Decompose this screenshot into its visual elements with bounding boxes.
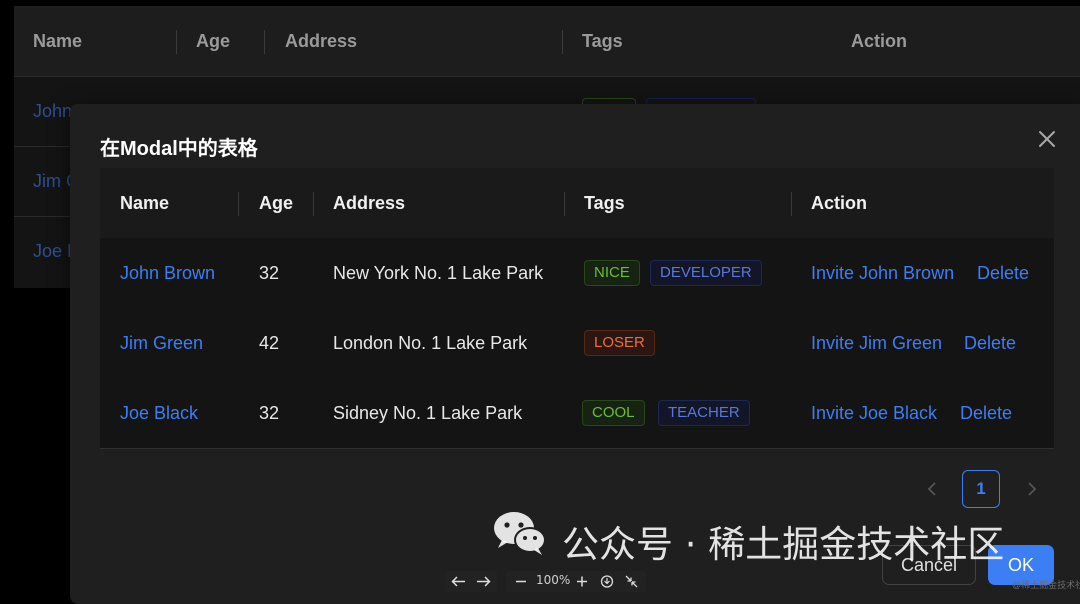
tag-loser: LOSER [584,330,655,356]
tag-teacher: TEACHER [658,400,750,426]
column-header-age: Age [259,193,294,213]
table-row: John Brown 32 New York No. 1 Lake Park N… [100,238,1054,309]
row-name-link[interactable]: John Brown [120,238,215,308]
bg-column-name: Name [33,31,83,51]
arrow-left-icon[interactable] [451,576,466,587]
chevron-right-icon[interactable] [1022,477,1042,501]
column-header-address: Address [333,193,406,213]
invite-link[interactable]: Invite Jim Green [811,308,942,378]
row-address: Sidney No. 1 Lake Park [333,403,523,423]
row-age: 32 [259,263,280,283]
fit-icon[interactable] [600,575,614,588]
column-separator [238,192,239,216]
pagination-page-1[interactable]: 1 [962,470,1000,508]
column-separator [564,192,565,216]
zoom-level: 100% [536,573,571,587]
column-separator [264,30,265,54]
column-separator [791,192,792,216]
viewer-nav-toolbar [445,571,497,592]
table-row: Jim Green 42 London No. 1 Lake Park LOSE… [100,308,1054,379]
bg-column-tags: Tags [582,31,623,51]
row-name-link[interactable]: Jim Green [120,308,203,378]
tag-cool: COOL [582,400,645,426]
wechat-icon [494,512,546,555]
row-name-link[interactable]: Joe Black [120,378,198,448]
background-table-header: Name Age Address Tags Action [14,6,1080,76]
table-header: Name Age Address Tags Action [100,168,1054,239]
row-age: 42 [259,333,280,353]
modal-title: 在Modal中的表格 [100,138,258,160]
delete-link[interactable]: Delete [964,308,1016,378]
delete-link[interactable]: Delete [960,378,1012,448]
column-header-action: Action [811,193,867,213]
bg-row-name-link[interactable]: John [33,101,72,122]
column-header-tags: Tags [584,193,625,213]
invite-link[interactable]: Invite Joe Black [811,378,937,448]
arrow-right-icon[interactable] [477,576,491,587]
viewer-zoom-toolbar: 100% [506,571,646,592]
column-separator [562,30,563,54]
table-row: Joe Black 32 Sidney No. 1 Lake Park COOL… [100,378,1054,449]
watermark-text: 公众号 · 稀土掘金技术社区 [562,523,1005,566]
tag-developer: DEVELOPER [650,260,762,286]
column-separator [313,192,314,216]
watermark-small-text: @稀土掘金技术社区 [1012,580,1080,590]
invite-link[interactable]: Invite John Brown [811,238,954,308]
bg-column-address: Address [285,31,358,51]
row-address: London No. 1 Lake Park [333,333,528,353]
collapse-icon[interactable] [625,575,638,588]
column-separator [176,30,177,54]
chevron-left-icon[interactable] [922,477,942,501]
bg-column-age: Age [196,31,231,51]
bg-column-action: Action [851,31,907,51]
delete-link[interactable]: Delete [977,238,1029,308]
column-header-name: Name [120,193,170,213]
row-address: New York No. 1 Lake Park [333,263,544,283]
close-icon[interactable] [1032,124,1062,154]
tag-nice: NICE [584,260,640,286]
row-age: 32 [259,403,280,423]
zoom-in-icon[interactable] [577,576,587,587]
